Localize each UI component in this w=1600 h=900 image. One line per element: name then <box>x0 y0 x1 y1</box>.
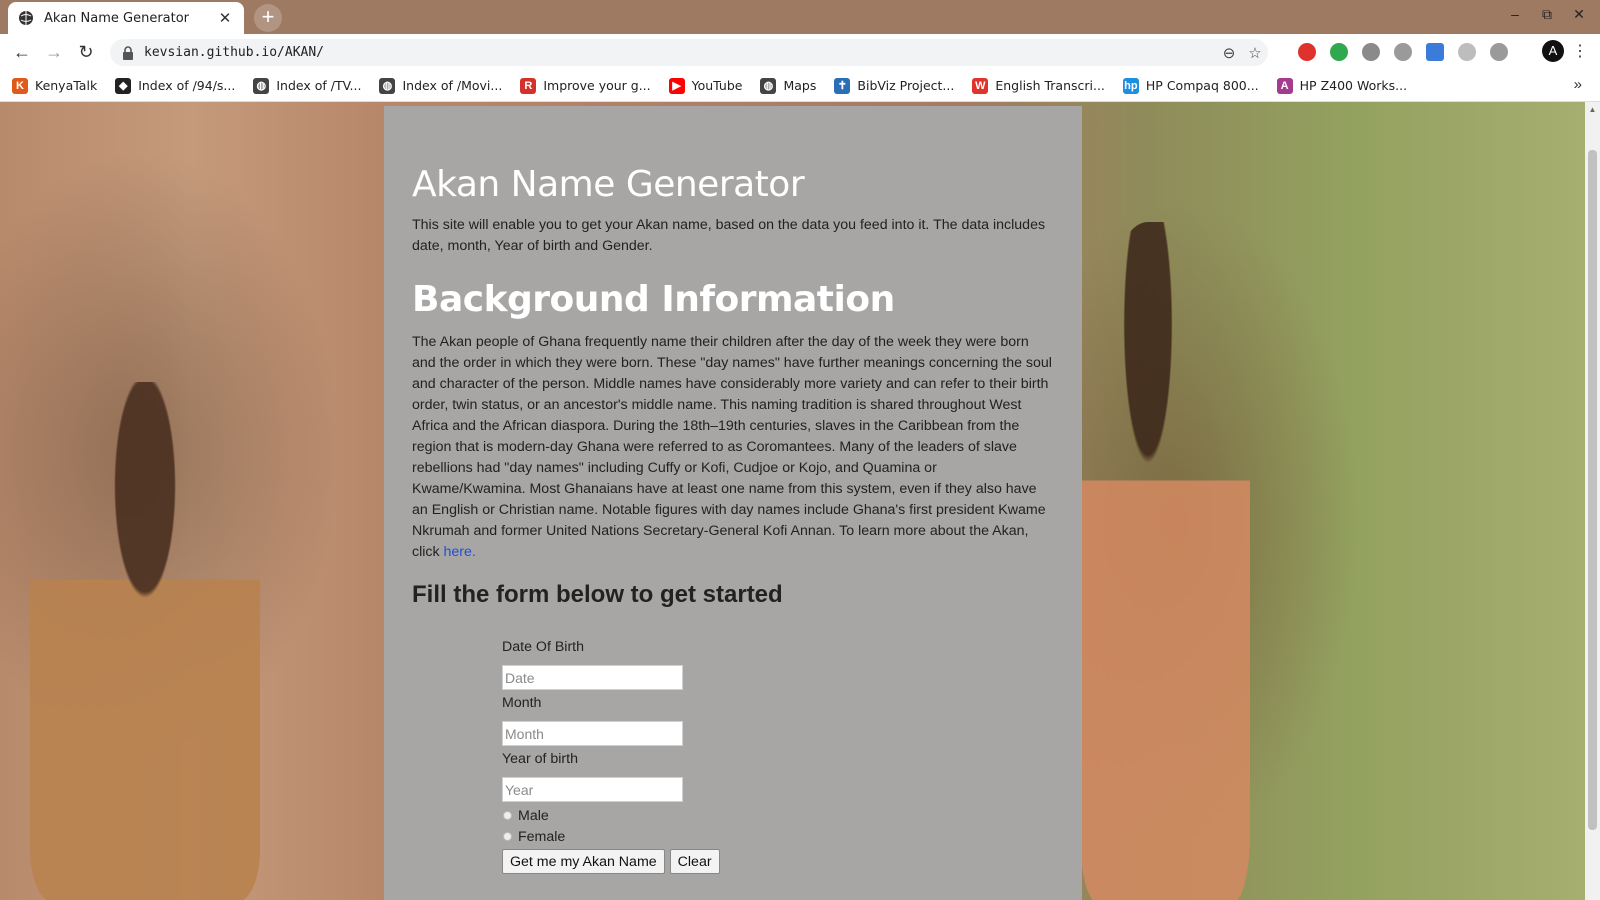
bookmark-label: Index of /94/s... <box>138 78 236 93</box>
bookmark-label: Index of /Movi... <box>402 78 503 93</box>
bookmark-star-icon[interactable]: ☆ <box>1242 44 1268 62</box>
bookmark-item[interactable]: W English Transcri... <box>972 77 1105 94</box>
bookmark-item[interactable]: hp HP Compaq 800... <box>1122 77 1259 94</box>
extension-icon[interactable] <box>1458 43 1476 61</box>
bookmark-favicon-icon: W <box>972 77 989 94</box>
male-radio[interactable] <box>503 811 512 820</box>
background-paragraph: The Akan people of Ghana frequently name… <box>412 332 1054 563</box>
tab-close-icon[interactable]: ✕ <box>216 9 234 27</box>
globe-icon <box>19 11 33 25</box>
bookmarks-bar: K KenyaTalk ◆ Index of /94/s... ◍ Index of /T… <box>0 70 1600 102</box>
female-radio[interactable] <box>503 832 512 841</box>
bookmark-label: YouTube <box>691 78 743 93</box>
lock-icon <box>123 45 133 60</box>
male-option[interactable]: Male <box>502 805 1054 826</box>
bookmark-favicon-icon: ◆ <box>115 77 132 94</box>
extension-icon[interactable] <box>1426 43 1444 61</box>
male-label: Male <box>518 807 549 824</box>
akan-form: Date Of Birth Month Year of birth Male F… <box>502 637 1054 874</box>
bookmark-favicon-icon: K <box>12 77 28 94</box>
background-heading: Background Information <box>412 279 895 320</box>
browser-toolbar: ← → ↻ kevsian.github.io/AKAN/ ⊖ ☆ A ⋮ <box>0 34 1600 70</box>
bookmark-item[interactable]: ✝ BibViz Project... <box>834 77 955 94</box>
tab-title: Akan Name Generator <box>44 10 190 26</box>
close-window-icon[interactable]: ✕ <box>1564 6 1594 23</box>
page-viewport: Akan Name Generator This site will enabl… <box>0 102 1585 900</box>
page-scrollbar[interactable]: ▲ <box>1585 102 1600 900</box>
bookmark-item[interactable]: ▶ YouTube <box>668 77 743 94</box>
bookmark-label: HP Z400 Works... <box>1299 78 1408 93</box>
bookmark-item[interactable]: ◍ Maps <box>760 77 817 94</box>
date-label: Date Of Birth <box>502 639 585 655</box>
minimize-window-icon[interactable]: – <box>1500 6 1530 22</box>
bookmark-label: Maps <box>783 78 817 93</box>
bookmark-label: KenyaTalk <box>35 78 98 93</box>
extension-icon[interactable] <box>1298 43 1316 61</box>
bookmark-favicon-icon: R <box>520 77 537 94</box>
address-bar[interactable]: kevsian.github.io/AKAN/ ⊖ ☆ <box>110 39 1268 66</box>
month-input[interactable] <box>502 721 683 746</box>
bookmark-favicon-icon: ▶ <box>668 77 685 94</box>
extension-icon[interactable] <box>1394 43 1412 61</box>
bookmark-favicon-icon: ◍ <box>760 77 777 94</box>
form-buttons: Get me my Akan Name Clear <box>502 849 1054 874</box>
year-label: Year of birth <box>502 751 578 767</box>
profile-avatar[interactable]: A <box>1542 40 1564 62</box>
background-text: The Akan people of Ghana frequently name… <box>412 334 1052 560</box>
get-akan-name-button[interactable]: Get me my Akan Name <box>502 849 665 874</box>
female-option[interactable]: Female <box>502 826 1054 847</box>
back-arrow-icon[interactable]: ← <box>10 40 34 64</box>
bookmark-favicon-icon: A <box>1276 77 1293 94</box>
url-text[interactable]: kevsian.github.io/AKAN/ <box>144 45 1216 60</box>
bookmark-label: Index of /TV... <box>276 78 362 93</box>
female-label: Female <box>518 828 566 845</box>
bookmark-item[interactable]: R Improve your g... <box>520 77 651 94</box>
bookmark-label: English Transcri... <box>995 78 1105 93</box>
bookmark-label: BibViz Project... <box>857 78 955 93</box>
bookmark-item[interactable]: K KenyaTalk <box>12 77 98 94</box>
bookmarks-overflow-icon[interactable]: » <box>1574 76 1582 93</box>
form-heading: Fill the form below to get started <box>412 581 783 608</box>
new-tab-button[interactable]: + <box>254 4 282 32</box>
background-photo-left-child <box>30 382 260 900</box>
bookmark-item[interactable]: ◍ Index of /TV... <box>253 77 362 94</box>
bookmark-favicon-icon: hp <box>1122 77 1139 94</box>
clear-button[interactable]: Clear <box>669 849 720 874</box>
scroll-up-arrow-icon[interactable]: ▲ <box>1585 102 1600 117</box>
bookmark-favicon-icon: ✝ <box>834 77 851 94</box>
bookmark-item[interactable]: A HP Z400 Works... <box>1276 77 1408 94</box>
page-title: Akan Name Generator <box>412 164 805 205</box>
shield-extension-icon[interactable] <box>1330 43 1348 61</box>
zoom-icon[interactable]: ⊖ <box>1216 44 1242 62</box>
extension-icon[interactable] <box>1362 43 1380 61</box>
bookmark-favicon-icon: ◍ <box>379 77 396 94</box>
year-input[interactable] <box>502 777 683 802</box>
bookmark-label: Improve your g... <box>543 78 651 93</box>
bookmark-item[interactable]: ◆ Index of /94/s... <box>115 77 236 94</box>
learn-more-link[interactable]: here. <box>444 544 476 560</box>
background-photo-right-child <box>1080 222 1250 900</box>
scroll-thumb[interactable] <box>1588 150 1597 830</box>
month-label: Month <box>502 695 542 711</box>
bookmark-label: HP Compaq 800... <box>1145 78 1259 93</box>
bookmark-favicon-icon: ◍ <box>253 77 270 94</box>
restore-window-icon[interactable]: ⧉ <box>1532 6 1562 23</box>
bookmark-item[interactable]: ◍ Index of /Movi... <box>379 77 503 94</box>
reload-icon[interactable]: ↻ <box>74 40 98 64</box>
date-input[interactable] <box>502 665 683 690</box>
extension-icon[interactable] <box>1490 43 1508 61</box>
browser-tab[interactable]: Akan Name Generator ✕ <box>8 2 244 34</box>
browser-menu-icon[interactable]: ⋮ <box>1568 40 1592 64</box>
forward-arrow-icon[interactable]: → <box>42 40 66 64</box>
content-panel: Akan Name Generator This site will enabl… <box>384 106 1082 900</box>
tab-strip: Akan Name Generator ✕ + – ⧉ ✕ <box>0 0 1600 34</box>
intro-paragraph: This site will enable you to get your Ak… <box>412 217 1046 254</box>
